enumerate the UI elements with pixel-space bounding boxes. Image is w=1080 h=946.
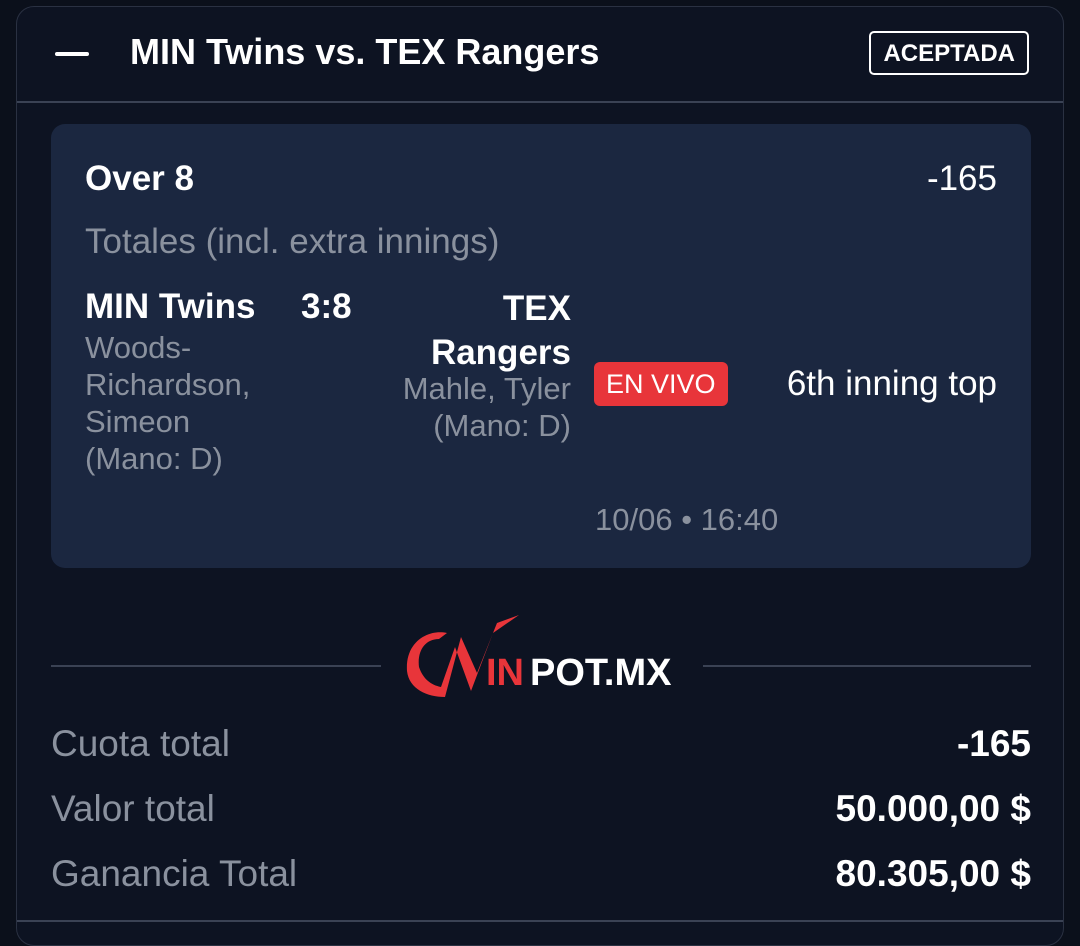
score: 3:8 [301, 287, 352, 326]
status-badge: ACEPTADA [869, 31, 1029, 75]
away-team-name: TEX Rangers [430, 289, 571, 372]
logo-accent-text: IN [486, 652, 524, 694]
bet-header: MIN Twins vs. TEX Rangers ACEPTADA [17, 7, 1063, 103]
minus-icon-bar [55, 52, 89, 56]
selection-label: Over 8 [85, 159, 194, 198]
total-win-value: 80.305,00 $ [835, 853, 1031, 894]
inning-status: 6th inning top [786, 364, 997, 403]
total-stake-value: 50.000,00 $ [835, 788, 1031, 829]
total-odds-label: Cuota total [51, 723, 230, 764]
live-badge: EN VIVO [594, 362, 728, 406]
match-title: MIN Twins vs. TEX Rangers [130, 31, 600, 72]
total-stake-label: Valor total [51, 788, 215, 829]
total-stake-row: Valor total 50.000,00 $ [51, 788, 1031, 838]
footer-divider [17, 920, 1063, 922]
home-team-name: MIN Twins [85, 287, 256, 326]
divider-right [703, 665, 1031, 667]
logo-main-text: POT.MX [530, 652, 672, 694]
divider-left [51, 665, 381, 667]
home-pitcher: Woods-Richardson, Simeon (Mano: D) [85, 330, 251, 476]
winpot-logo: IN POT.MX [406, 615, 672, 697]
away-pitcher: Mahle, Tyler (Mano: D) [402, 371, 571, 443]
event-datetime: 10/06 • 16:40 [595, 502, 779, 537]
total-win-row: Ganancia Total 80.305,00 $ [51, 853, 1031, 903]
total-odds-value: -165 [956, 723, 1031, 764]
total-odds-row: Cuota total -165 [51, 723, 1031, 773]
market-name: Totales (incl. extra innings) [85, 222, 500, 261]
total-win-label: Ganancia Total [51, 853, 298, 894]
bet-selection-box: Over 8 -165 Totales (incl. extra innings… [51, 124, 1031, 568]
bet-card: MIN Twins vs. TEX Rangers ACEPTADA Over … [16, 6, 1064, 946]
selection-odds: -165 [926, 159, 997, 198]
